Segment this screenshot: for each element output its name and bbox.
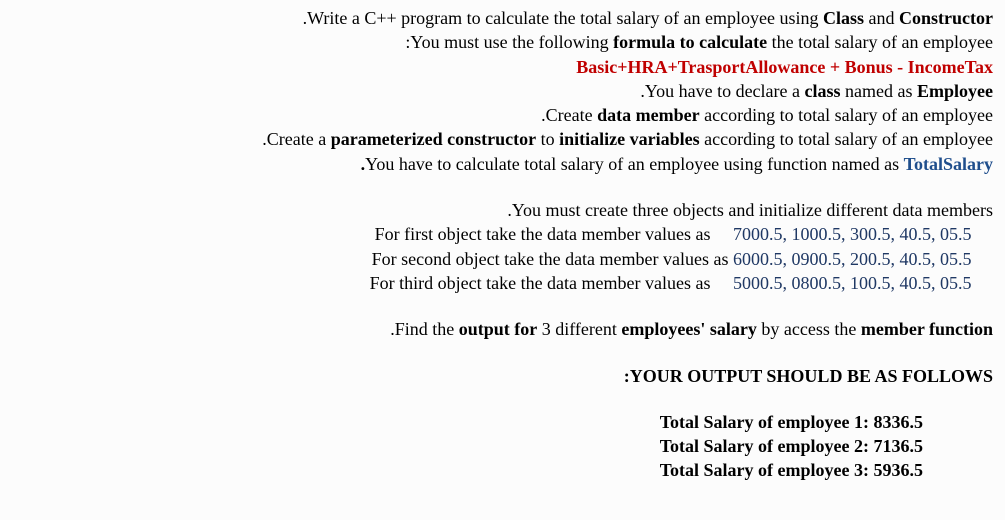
text: by access the xyxy=(757,319,861,339)
text: .Create xyxy=(541,105,597,125)
text-bold: parameterized constructor xyxy=(331,129,536,149)
line-1: .Write a C++ program to calculate the to… xyxy=(0,6,993,30)
spacer xyxy=(0,342,993,364)
text-blue-bold: TotalSalary xyxy=(904,154,993,174)
text-bold: employees' salary xyxy=(621,319,756,339)
line-6: .Create a parameterized constructor to i… xyxy=(0,127,993,151)
object-row-3: For third object take the data member va… xyxy=(0,271,993,295)
obj-label: For third object take the data member va… xyxy=(370,273,711,293)
output-line-1: Total Salary of employee 1: 8336.5 xyxy=(0,410,993,434)
text: and xyxy=(864,8,899,28)
text-bold: Total Salary of employee 2: 7136.5 xyxy=(660,436,923,456)
text: .You must create three objects and initi… xyxy=(507,200,993,220)
text: .Write a C++ program to calculate the to… xyxy=(303,8,823,28)
text-bold: data member xyxy=(597,105,699,125)
text: according to total salary of an employee xyxy=(700,105,993,125)
obj-values: 5000.5, 0800.5, 100.5, 40.5, 05.5 xyxy=(733,271,993,295)
text: You have to calculate total salary of an… xyxy=(365,154,904,174)
line-7: .You have to calculate total salary of a… xyxy=(0,152,993,176)
obj-values: 6000.5, 0900.5, 200.5, 40.5, 05.5 xyxy=(733,247,993,271)
text: the total salary of an employee xyxy=(767,32,993,52)
output-line-3: Total Salary of employee 3: 5936.5 xyxy=(0,458,993,482)
text-bold: :YOUR OUTPUT SHOULD BE AS FOLLOWS xyxy=(624,366,993,386)
text-bold: Class xyxy=(823,8,864,28)
line-8: .You must create three objects and initi… xyxy=(0,198,993,222)
text-bold: Total Salary of employee 1: 8336.5 xyxy=(660,412,923,432)
text-bold: formula to calculate xyxy=(613,32,767,52)
spacer xyxy=(0,176,993,198)
text: .Find the xyxy=(390,319,459,339)
text-bold: Total Salary of employee 3: 5936.5 xyxy=(660,460,923,480)
formula-text: Basic+HRA+TrasportAllowance + Bonus - In… xyxy=(576,57,993,77)
text: to xyxy=(536,129,559,149)
output-header: :YOUR OUTPUT SHOULD BE AS FOLLOWS xyxy=(0,364,993,388)
text: named as xyxy=(841,81,917,101)
line-4: .You have to declare a class named as Em… xyxy=(0,79,993,103)
object-row-1: For first object take the data member va… xyxy=(0,222,993,246)
text: .Create a xyxy=(262,129,330,149)
spacer xyxy=(0,388,993,410)
text-bold: member function xyxy=(861,319,993,339)
obj-label: For second object take the data member v… xyxy=(372,249,729,269)
text: according to total salary of an employee xyxy=(700,129,993,149)
obj-values: 7000.5, 1000.5, 300.5, 40.5, 05.5 xyxy=(733,222,993,246)
text-bold: output for xyxy=(459,319,538,339)
text: .You have to declare a xyxy=(640,81,804,101)
line-12: .Find the output for 3 different employe… xyxy=(0,317,993,341)
obj-label: For first object take the data member va… xyxy=(375,224,711,244)
spacer xyxy=(0,295,993,317)
line-5: .Create data member according to total s… xyxy=(0,103,993,127)
text: :You must use the following xyxy=(405,32,613,52)
text-bold: Constructor xyxy=(899,8,993,28)
line-2: :You must use the following formula to c… xyxy=(0,30,993,54)
text-bold: class xyxy=(805,81,841,101)
text-bold: initialize variables xyxy=(559,129,699,149)
line-formula: Basic+HRA+TrasportAllowance + Bonus - In… xyxy=(0,55,993,79)
text-bold: Employee xyxy=(917,81,993,101)
text: 3 different xyxy=(537,319,621,339)
object-row-2: For second object take the data member v… xyxy=(0,247,993,271)
output-line-2: Total Salary of employee 2: 7136.5 xyxy=(0,434,993,458)
